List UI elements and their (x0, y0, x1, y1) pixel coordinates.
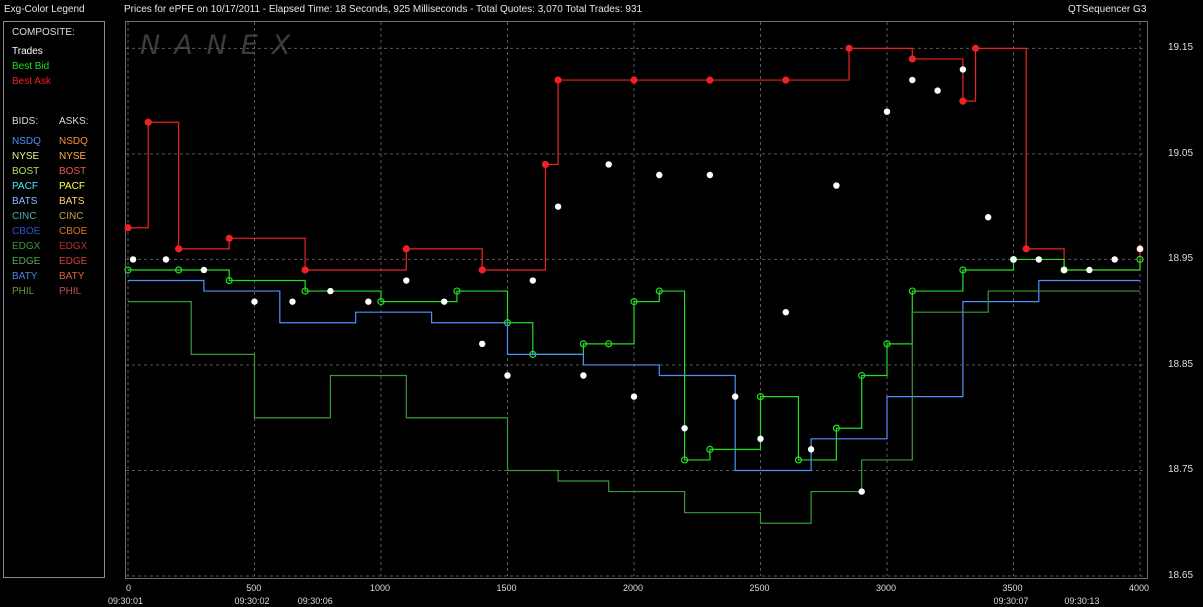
trade-point (782, 308, 789, 316)
trade-point (580, 372, 587, 379)
trade-point (732, 393, 739, 400)
x-tick-label: 3500 (1002, 583, 1023, 593)
time-label: 09:30:02 (234, 596, 270, 606)
trade-point (985, 214, 992, 221)
best-ask-point (541, 160, 550, 169)
x-tick-label: 4000 (1129, 583, 1150, 593)
trade-point (554, 203, 562, 210)
y-tick-label: 19.05 (1168, 147, 1194, 159)
trade-point (162, 256, 170, 263)
trade-point (365, 298, 372, 305)
trade-point (1010, 256, 1017, 263)
best-ask-point (554, 76, 562, 84)
trade-point (251, 298, 258, 305)
trade-point (200, 266, 208, 274)
trade-point (934, 87, 941, 94)
best-ask-point (124, 224, 132, 232)
trade-point (656, 171, 663, 179)
best-ask-point (630, 76, 638, 84)
y-tick-label: 19.15 (1168, 42, 1194, 54)
best-ask-point (971, 44, 980, 52)
y-tick-label: 18.95 (1168, 253, 1194, 265)
trade-point (757, 435, 764, 443)
x-tick-label: 500 (246, 583, 262, 593)
trade-point (403, 277, 410, 284)
x-tick-label: 0 (126, 583, 132, 593)
trade-point (681, 425, 688, 432)
trade-point (479, 340, 486, 348)
best-ask-point (706, 76, 714, 84)
trade-point (129, 256, 137, 263)
x-tick-label: 3000 (876, 583, 897, 593)
trade-point (1111, 256, 1118, 263)
trade-point (959, 66, 967, 73)
trade-point (605, 161, 612, 168)
best-ask-point (1022, 245, 1030, 253)
trade-point (706, 171, 714, 179)
trade-point (327, 287, 334, 295)
x-tick-label: 2500 (749, 583, 770, 593)
trade-point (630, 393, 638, 400)
best-ask-point (782, 76, 790, 84)
best-ask-point (225, 234, 233, 242)
x-tick-label: 2000 (623, 583, 644, 593)
best-ask-point (301, 266, 309, 274)
trade-point (1035, 256, 1043, 263)
best-ask-point (175, 245, 183, 253)
time-label: 09:30:01 (108, 596, 144, 606)
y-tick-label: 18.65 (1168, 570, 1194, 581)
best-ask-point (478, 266, 486, 274)
trade-point (1086, 266, 1093, 274)
trade-point (858, 488, 865, 495)
trade-point (909, 76, 916, 84)
time-label: 09:30:06 (297, 596, 333, 606)
best-ask-point (908, 55, 916, 63)
trade-point (289, 298, 296, 305)
trade-point (1136, 245, 1144, 253)
time-label: 09:30:07 (993, 596, 1029, 606)
best-ask-point (959, 97, 967, 105)
price-chart (124, 22, 1146, 577)
x-tick-label: 1500 (496, 583, 517, 593)
trade-point (1060, 266, 1068, 274)
trade-point (833, 182, 840, 189)
best-ask-point (144, 118, 152, 126)
time-label: 09:30:13 (1064, 596, 1100, 606)
trade-point (504, 372, 511, 379)
trade-point (807, 446, 815, 453)
best-ask-point (845, 44, 853, 52)
x-tick-label: 1000 (370, 583, 391, 593)
trade-point (883, 108, 891, 115)
trade-point (529, 277, 536, 284)
best-ask-point (402, 245, 410, 253)
trade-point (441, 298, 448, 305)
y-tick-label: 18.85 (1168, 358, 1194, 370)
y-tick-label: 18.75 (1168, 464, 1194, 476)
